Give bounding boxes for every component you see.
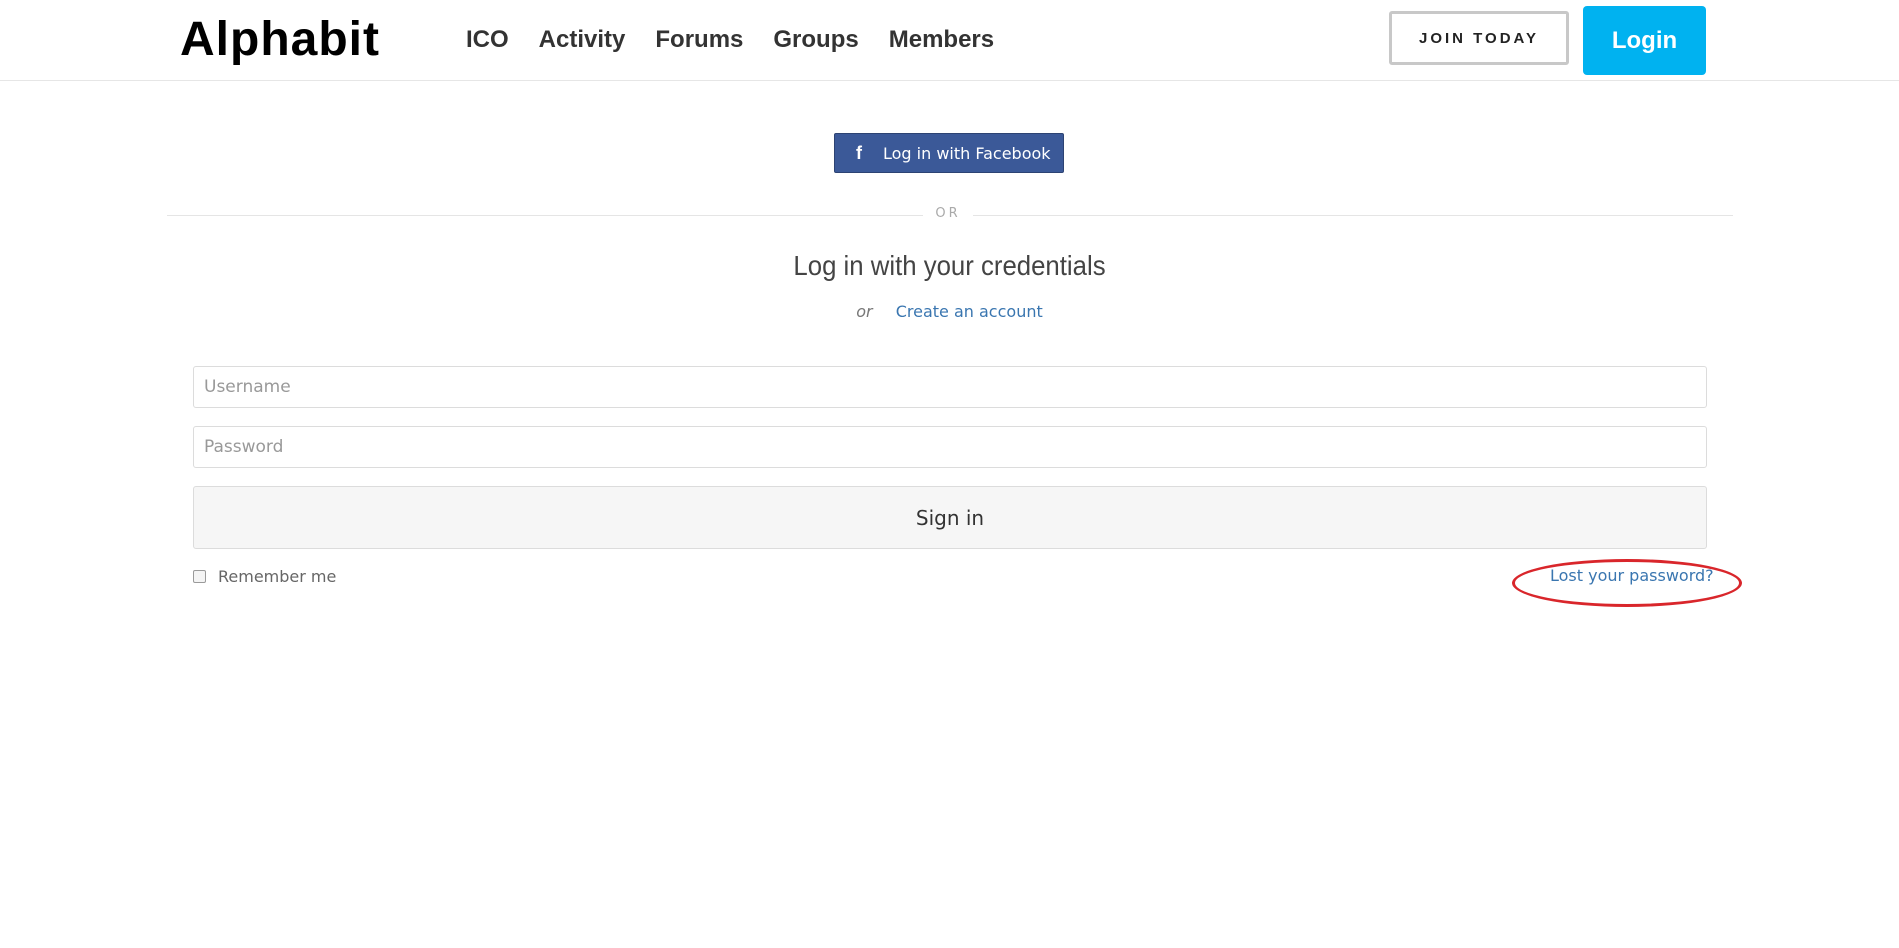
lost-password-link[interactable]: Lost your password?: [1550, 566, 1714, 585]
site-header: Alphabit ICO Activity Forums Groups Memb…: [0, 0, 1899, 81]
remember-me-checkbox[interactable]: [193, 570, 206, 583]
nav-item-ico[interactable]: ICO: [466, 24, 509, 56]
nav-item-activity[interactable]: Activity: [539, 24, 626, 56]
divider-or-text: OR: [935, 206, 961, 221]
divider-line-left: [167, 215, 923, 216]
facebook-icon: f: [856, 142, 862, 163]
create-account-line: or Create an account: [0, 302, 1899, 321]
divider-line-right: [973, 215, 1733, 216]
remember-me[interactable]: Remember me: [193, 567, 336, 586]
remember-me-label: Remember me: [218, 567, 337, 586]
site-logo[interactable]: Alphabit: [180, 14, 380, 66]
join-today-button[interactable]: JOIN TODAY: [1389, 11, 1569, 65]
password-input[interactable]: [193, 426, 1707, 468]
or-text: or: [856, 302, 873, 321]
create-account-link[interactable]: Create an account: [896, 302, 1043, 321]
nav-item-forums[interactable]: Forums: [655, 24, 743, 56]
facebook-login-button[interactable]: f Log in with Facebook: [834, 133, 1064, 173]
facebook-login-label: Log in with Facebook: [883, 143, 1051, 163]
nav-item-members[interactable]: Members: [889, 24, 994, 56]
sign-in-button[interactable]: Sign in: [193, 486, 1707, 549]
main-nav: ICO Activity Forums Groups Members: [466, 24, 994, 56]
login-heading: Log in with your credentials: [793, 250, 1106, 281]
nav-item-groups[interactable]: Groups: [773, 24, 858, 56]
login-button[interactable]: Login: [1583, 6, 1706, 75]
username-input[interactable]: [193, 366, 1707, 408]
